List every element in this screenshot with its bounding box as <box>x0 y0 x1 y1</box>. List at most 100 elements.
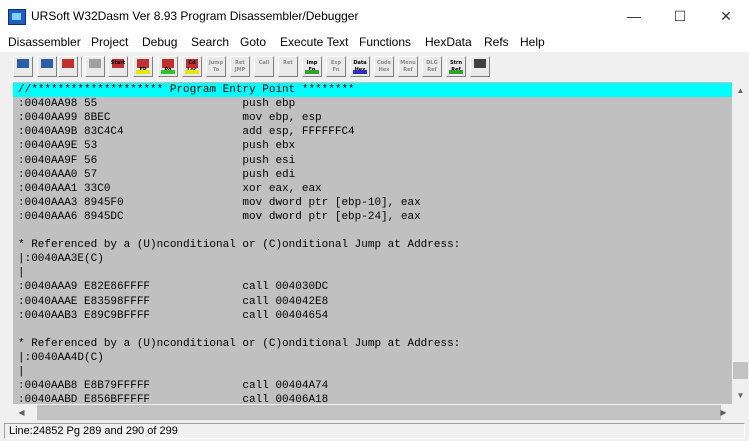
code-line[interactable]: :0040AAA9 E82E86FFFF call 004030DC <box>18 280 328 294</box>
menu-bar: Disassembler Project Debug Search Goto E… <box>0 32 749 52</box>
menu-project[interactable]: Project <box>91 35 128 49</box>
scroll-down-icon[interactable]: ▼ <box>732 387 749 404</box>
copy-icon <box>89 59 101 68</box>
execute-call-button[interactable]: Call <box>254 56 274 77</box>
menu-functions[interactable]: Functions <box>359 35 411 49</box>
menu-goto[interactable]: Goto <box>240 35 266 49</box>
toolbar-button-label: Data <box>353 60 367 66</box>
code-hex-button[interactable]: Code Hex <box>374 56 394 77</box>
toolbar-separator <box>81 57 83 77</box>
code-line[interactable]: :0040AAAE E83598FFFF call 004042E8 <box>18 295 328 309</box>
toolbar-button-label: Ref <box>403 67 413 73</box>
menu-refs-button[interactable]: Menu Ref <box>398 56 418 77</box>
code-line[interactable]: |:0040AA3E(C) <box>18 252 104 266</box>
code-line[interactable]: :0040AABD E856BFFFFF call 00406A18 <box>18 393 328 404</box>
menu-hexdata[interactable]: HexData <box>425 35 472 49</box>
toolbar-color-mark <box>136 70 150 74</box>
find-text-button[interactable] <box>58 56 78 77</box>
toolbar-button-label: JMP <box>234 67 246 73</box>
menu-search[interactable]: Search <box>191 35 229 49</box>
code-line[interactable]: :0040AAA1 33C0 xor eax, eax <box>18 182 322 196</box>
code-line[interactable]: :0040AAA6 8945DC mov dword ptr [ebp-24],… <box>18 210 421 224</box>
printer-icon <box>474 59 486 68</box>
code-line[interactable]: | <box>18 266 25 280</box>
vertical-scroll-thumb[interactable] <box>733 362 748 379</box>
code-line[interactable]: :0040AA9F 56 push esi <box>18 154 295 168</box>
code-line[interactable]: |:0040AA4D(C) <box>18 351 104 365</box>
code-line[interactable]: :0040AAA0 57 push edi <box>18 168 295 182</box>
status-bar: Line:24852 Pg 289 and 290 of 299 <box>0 421 749 441</box>
code-line[interactable]: :0040AA9B 83C4C4 add esp, FFFFFFC4 <box>18 125 355 139</box>
toolbar-button-label: Call <box>258 60 270 66</box>
code-line[interactable]: | <box>18 365 25 379</box>
scroll-right-icon[interactable]: ▶ <box>715 404 732 421</box>
toolbar-button-label: Exp <box>330 60 342 66</box>
toolbar-button-label: Ret <box>235 60 245 66</box>
save-file-button[interactable] <box>37 56 57 77</box>
exported-functions-button[interactable]: Exp Fn <box>326 56 346 77</box>
code-line[interactable]: * Referenced by a (U)nconditional or (C)… <box>18 238 460 252</box>
toolbar-color-mark <box>305 70 319 74</box>
toolbar-button-label: To <box>212 67 220 73</box>
goto-page-button[interactable]: Pg <box>158 56 178 77</box>
imported-functions-button[interactable]: ImpFn <box>302 56 322 77</box>
menu-help[interactable]: Help <box>520 35 545 49</box>
return-from-call-button[interactable]: Ret <box>278 56 298 77</box>
maximize-button[interactable]: ☐ <box>657 0 703 32</box>
code-line[interactable]: :0040AAB3 E89C9BFFFF call 00404654 <box>18 309 328 323</box>
menu-debug[interactable]: Debug <box>142 35 177 49</box>
goto-code-start-button[interactable]: Start <box>108 56 128 77</box>
toolbar-button-label: Code <box>376 60 392 66</box>
code-line[interactable]: :0040AA98 55 push ebp <box>18 97 295 111</box>
code-line[interactable]: :0040AA99 8BEC mov ebp, esp <box>18 111 322 125</box>
toolbar-button-label: Fn <box>332 67 340 73</box>
goto-program-entry-button[interactable]: EP <box>133 56 153 77</box>
vertical-scrollbar[interactable]: ▲ ▼ <box>732 82 749 404</box>
w32dasm-app-icon[interactable] <box>8 9 26 25</box>
disassembly-listing[interactable]: //******************** Program Entry Poi… <box>13 82 732 404</box>
execute-jump-button[interactable]: Jump To <box>206 56 226 77</box>
left-margin <box>0 82 13 421</box>
return-from-jump-button[interactable]: Ret JMP <box>230 56 250 77</box>
code-line[interactable]: * Referenced by a (U)nconditional or (C)… <box>18 337 460 351</box>
horizontal-scroll-thumb[interactable] <box>37 405 721 420</box>
toolbar-button-label: DLG <box>426 60 438 66</box>
code-line[interactable]: :0040AAB8 E8B79FFFFF call 00404A74 <box>18 379 328 393</box>
open-folder-icon <box>17 59 29 68</box>
string-refs-button[interactable]: StrnRef <box>446 56 466 77</box>
copy-lines-button[interactable] <box>85 56 105 77</box>
toolbar-button-label: Jump <box>208 60 224 66</box>
horizontal-scrollbar[interactable]: ◀ ▶ <box>13 404 732 421</box>
status-panel: Line:24852 Pg 289 and 290 of 299 <box>4 423 745 439</box>
print-button[interactable] <box>470 56 490 77</box>
toolbar-button-label: Hex <box>378 67 390 73</box>
scroll-up-icon[interactable]: ▲ <box>732 82 749 99</box>
data-hex-button[interactable]: DataHex <box>350 56 370 77</box>
toolbar-color-mark <box>185 70 199 74</box>
toolbar-button-label: Start <box>110 60 126 66</box>
code-line[interactable]: :0040AA9E 53 push ebx <box>18 139 295 153</box>
open-file-button[interactable] <box>13 56 33 77</box>
find-pen-icon <box>62 59 74 68</box>
minimize-button[interactable]: — <box>611 0 657 32</box>
goto-code-location-button[interactable]: CdLoc <box>182 56 202 77</box>
title-bar: URSoft W32Dasm Ver 8.93 Program Disassem… <box>0 0 749 32</box>
dialog-refs-button[interactable]: DLG Ref <box>422 56 442 77</box>
close-button[interactable]: ✕ <box>703 0 749 32</box>
status-text: Line:24852 Pg 289 and 290 of 299 <box>9 425 178 437</box>
program-entry-point-line[interactable]: //******************** Program Entry Poi… <box>18 83 355 97</box>
code-line[interactable]: :0040AAA3 8945F0 mov dword ptr [ebp-10],… <box>18 196 421 210</box>
toolbar-button-label: Ret <box>283 60 293 66</box>
scroll-left-icon[interactable]: ◀ <box>13 404 30 421</box>
toolbar-button-label: Strn <box>449 60 463 66</box>
toolbar-button-label: Cd <box>188 60 196 66</box>
menu-disassembler[interactable]: Disassembler <box>8 35 81 49</box>
menu-refs[interactable]: Refs <box>484 35 509 49</box>
menu-execute-text[interactable]: Execute Text <box>280 35 348 49</box>
window-title: URSoft W32Dasm Ver 8.93 Program Disassem… <box>31 9 359 23</box>
toolbar-color-mark <box>449 70 463 74</box>
toolbar-button-label: Menu <box>400 60 416 66</box>
toolbar-button-label: Imp <box>306 60 318 66</box>
toolbar-button-label: Ref <box>427 67 437 73</box>
toolbar-color-mark <box>161 70 175 74</box>
